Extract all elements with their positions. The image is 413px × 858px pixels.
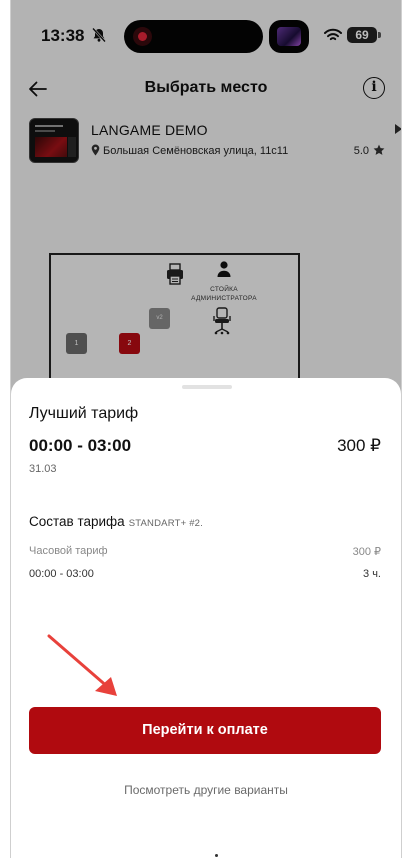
club-name: LANGAME DEMO bbox=[91, 122, 208, 138]
status-bar: 13:38 69 bbox=[11, 0, 401, 70]
rating-value: 5.0 bbox=[353, 145, 369, 157]
tariff-price: 300 ₽ bbox=[337, 436, 381, 455]
composition-row-value: 300 ₽ bbox=[352, 546, 381, 558]
status-time: 13:38 bbox=[41, 26, 85, 45]
info-icon[interactable]: i bbox=[363, 77, 385, 99]
tariff-bottom-sheet: Лучший тариф 00:00 - 03:00 300 ₽ 31.03 С… bbox=[11, 378, 401, 858]
battery-indicator: 69 bbox=[347, 27, 381, 43]
island-thumbnail bbox=[269, 20, 309, 53]
composition-row-label: Часовой тариф bbox=[29, 545, 108, 557]
office-chair-icon bbox=[213, 307, 231, 335]
pointer-arrow-icon bbox=[47, 634, 117, 696]
seat-1[interactable]: 1 bbox=[66, 333, 87, 354]
club-address: Большая Семёновская улица, 11с11 bbox=[91, 144, 288, 157]
other-options-link[interactable]: Посмотреть другие варианты bbox=[11, 783, 401, 797]
sheet-drag-handle[interactable] bbox=[182, 385, 232, 389]
tariff-composition-title: Состав тарифа STANDART+ #2. bbox=[29, 514, 203, 529]
star-icon bbox=[373, 144, 385, 155]
club-logo bbox=[29, 118, 79, 163]
tariff-date: 31.03 bbox=[29, 463, 57, 475]
composition-row-value: 3 ч. bbox=[363, 568, 381, 580]
dynamic-island bbox=[124, 20, 263, 53]
page-title: Выбрать место bbox=[144, 79, 268, 96]
best-tariff-title: Лучший тариф bbox=[29, 405, 139, 422]
scroll-right-icon[interactable] bbox=[394, 123, 402, 135]
tariff-time-range: 00:00 - 03:00 bbox=[29, 436, 132, 455]
composition-package-name: STANDART+ #2. bbox=[128, 518, 204, 529]
seat-2-selected[interactable]: 2 bbox=[119, 333, 140, 354]
club-rating: 5.0 bbox=[354, 144, 385, 157]
club-card[interactable]: LANGAME DEMO Большая Семёновская улица, … bbox=[29, 118, 385, 166]
home-indicator bbox=[215, 854, 218, 857]
composition-row-label: 00:00 - 03:00 bbox=[29, 568, 94, 580]
bell-slash-icon bbox=[92, 27, 106, 43]
composition-label: Состав тарифа bbox=[29, 514, 125, 529]
seat-v2[interactable]: v2 bbox=[149, 308, 170, 329]
club-address-text: Большая Семёновская улица, 11с11 bbox=[103, 145, 289, 157]
admin-desk-label: СТОЙКА АДМИНИСТРАТОРА bbox=[191, 286, 257, 302]
phone-screen: 13:38 69 Выбрать место i LANGAME DEMO Бо… bbox=[10, 0, 402, 858]
go-to-payment-button[interactable]: Перейти к оплате bbox=[29, 707, 381, 754]
person-icon bbox=[217, 261, 231, 277]
record-icon bbox=[133, 27, 152, 46]
printer-icon bbox=[167, 263, 183, 285]
location-pin-icon bbox=[91, 144, 100, 156]
top-app-bar: Выбрать место i bbox=[11, 70, 401, 108]
wifi-icon bbox=[324, 28, 342, 41]
